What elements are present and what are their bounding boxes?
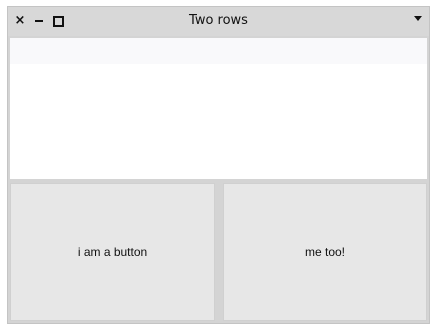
window-title: Two rows [189,13,248,28]
title-bar[interactable]: × Two rows [8,7,429,36]
content-header-strip [10,38,427,64]
me-too-button[interactable]: me too! [223,183,427,321]
window: × Two rows i am a button me too! [7,6,430,324]
button-row: i am a button me too! [10,183,427,321]
dropdown-arrow-icon[interactable] [414,16,422,21]
i-am-a-button[interactable]: i am a button [10,183,215,321]
top-row-content [10,38,427,179]
